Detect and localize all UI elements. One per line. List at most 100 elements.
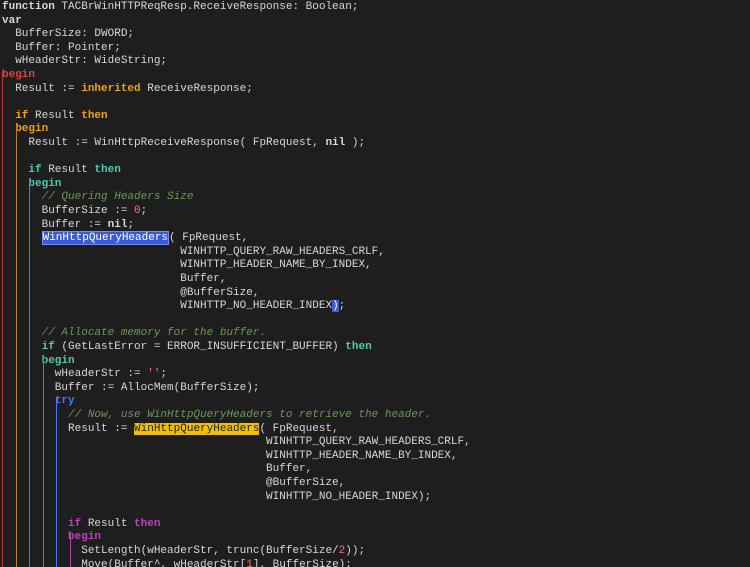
code-token: 1 bbox=[246, 558, 253, 567]
code-token: // Now, use WinHttpQueryHeaders to retri… bbox=[68, 409, 432, 421]
code-token: Result := WinHttpReceiveResponse( FpRequ… bbox=[2, 137, 326, 149]
code-line[interactable]: Result := inherited ReceiveResponse; bbox=[0, 83, 253, 97]
code-token: // Allocate memory for the buffer. bbox=[41, 327, 267, 340]
code-line[interactable]: if (GetLastError = ERROR_INSUFFICIENT_BU… bbox=[0, 341, 372, 355]
code-token: ; bbox=[338, 300, 346, 313]
code-line[interactable]: WINHTTP_HEADER_NAME_BY_INDEX, bbox=[0, 259, 372, 273]
code-line[interactable]: begin bbox=[0, 123, 48, 137]
code-token: function bbox=[2, 1, 55, 13]
block-guide-line bbox=[42, 356, 44, 567]
code-line[interactable]: wHeaderStr: WideString; bbox=[0, 55, 167, 69]
code-line[interactable]: Result := WinHttpQueryHeaders( FpRequest… bbox=[0, 422, 339, 437]
code-token: TACBrWinHTTPReqResp.ReceiveResponse: Boo… bbox=[54, 1, 359, 13]
code-token: WINHTTP_HEADER_NAME_BY_INDEX, bbox=[2, 259, 372, 272]
code-line[interactable]: WINHTTP_NO_HEADER_INDEX); bbox=[0, 491, 431, 505]
block-guide-line bbox=[56, 397, 57, 567]
code-line[interactable]: Buffer, bbox=[0, 273, 226, 287]
code-line[interactable]: @BufferSize, bbox=[0, 287, 259, 301]
code-token: ( FpRequest, bbox=[169, 232, 249, 245]
code-line[interactable]: begin bbox=[0, 355, 75, 369]
code-token: then bbox=[81, 109, 108, 122]
code-token: try bbox=[54, 395, 75, 408]
code-token: 0 bbox=[134, 205, 141, 217]
code-token: WINHTTP_QUERY_RAW_HEADERS_CRLF, bbox=[2, 245, 385, 258]
code-line[interactable]: begin bbox=[0, 69, 35, 83]
code-line[interactable]: WINHTTP_QUERY_RAW_HEADERS_CRLF, bbox=[0, 436, 471, 450]
code-token: wHeaderStr: WideString; bbox=[2, 55, 168, 68]
code-line[interactable]: BufferSize: DWORD; bbox=[0, 28, 134, 42]
code-token: begin bbox=[28, 177, 62, 190]
code-token: ( FpRequest, bbox=[259, 422, 339, 435]
code-token: (GetLastError = ERROR_INSUFFICIENT_BUFFE… bbox=[54, 341, 346, 353]
code-token: then bbox=[345, 341, 372, 353]
code-token: var bbox=[2, 14, 22, 27]
code-token: ); bbox=[345, 137, 366, 149]
code-line[interactable]: Move(Buffer^, wHeaderStr[1], BufferSize)… bbox=[0, 559, 352, 567]
code-token: nil bbox=[107, 218, 128, 231]
code-token: begin bbox=[41, 354, 75, 367]
code-token: then bbox=[134, 517, 161, 530]
code-line[interactable]: wHeaderStr := ''; bbox=[0, 368, 167, 382]
code-token: begin bbox=[15, 123, 49, 136]
block-guide-line bbox=[29, 179, 30, 567]
code-line[interactable]: // Allocate memory for the buffer. bbox=[0, 327, 266, 341]
code-token: WinHttpQueryHeaders bbox=[41, 231, 170, 246]
code-line[interactable]: begin bbox=[0, 178, 61, 192]
code-token: ; bbox=[160, 368, 168, 381]
code-token: nil bbox=[325, 137, 346, 149]
block-guide-line bbox=[15, 125, 17, 567]
code-token: ) bbox=[332, 300, 339, 313]
code-token: WINHTTP_NO_HEADER_INDEX bbox=[2, 300, 333, 313]
code-editor[interactable]: function TACBrWinHTTPReqResp.ReceiveResp… bbox=[0, 0, 750, 567]
code-line[interactable]: WINHTTP_HEADER_NAME_BY_INDEX, bbox=[0, 450, 457, 464]
code-token: @BufferSize, bbox=[2, 477, 346, 489]
code-line[interactable]: if Result then bbox=[0, 164, 121, 178]
code-token: Buffer, bbox=[2, 463, 313, 476]
code-line[interactable]: SetLength(wHeaderStr, trunc(BufferSize/2… bbox=[0, 545, 365, 559]
code-token: )); bbox=[345, 545, 366, 557]
code-line[interactable]: @BufferSize, bbox=[0, 477, 345, 491]
code-line[interactable]: Buffer := AllocMem(BufferSize); bbox=[0, 382, 260, 396]
code-line[interactable]: WINHTTP_NO_HEADER_INDEX); bbox=[0, 300, 345, 314]
code-token: @BufferSize, bbox=[2, 286, 260, 299]
code-token: begin bbox=[2, 69, 36, 81]
code-line[interactable]: Result := WinHttpReceiveResponse( FpRequ… bbox=[0, 137, 365, 151]
code-token: begin bbox=[68, 531, 102, 544]
code-token: // Quering Headers Size bbox=[41, 191, 194, 204]
code-token: BufferSize: DWORD; bbox=[2, 28, 135, 41]
code-token: Result bbox=[41, 164, 95, 177]
code-line[interactable]: var bbox=[0, 15, 22, 29]
code-token: WinHttpQueryHeaders bbox=[134, 422, 260, 435]
code-token: ReceiveResponse; bbox=[140, 82, 253, 95]
code-line[interactable]: WinHttpQueryHeaders( FpRequest, bbox=[0, 231, 249, 246]
code-line[interactable]: if Result then bbox=[0, 518, 160, 532]
code-token: ], BufferSize); bbox=[252, 558, 352, 567]
code-line[interactable]: try bbox=[0, 395, 75, 409]
code-line[interactable]: Buffer, bbox=[0, 463, 312, 477]
code-token: ; bbox=[127, 218, 135, 231]
code-token: then bbox=[94, 164, 121, 177]
code-line[interactable]: // Now, use WinHttpQueryHeaders to retri… bbox=[0, 409, 431, 423]
code-token: BufferSize := bbox=[2, 205, 135, 217]
code-token: wHeaderStr := bbox=[2, 368, 148, 381]
code-token: '' bbox=[147, 368, 161, 381]
code-token: if bbox=[41, 341, 55, 353]
code-token: ; bbox=[140, 205, 148, 217]
code-token: WINHTTP_HEADER_NAME_BY_INDEX, bbox=[2, 449, 458, 462]
code-line[interactable]: WINHTTP_QUERY_RAW_HEADERS_CRLF, bbox=[0, 246, 385, 260]
code-token: Result bbox=[81, 517, 135, 530]
code-line[interactable]: BufferSize := 0; bbox=[0, 205, 148, 219]
code-line[interactable]: Buffer := nil; bbox=[0, 219, 134, 233]
code-line[interactable]: function TACBrWinHTTPReqResp.ReceiveResp… bbox=[0, 1, 358, 15]
code-token: WINHTTP_NO_HEADER_INDEX); bbox=[2, 490, 432, 503]
code-line[interactable]: if Result then bbox=[0, 109, 108, 124]
code-line[interactable]: Buffer: Pointer; bbox=[0, 42, 121, 56]
block-guide-line bbox=[69, 533, 71, 567]
